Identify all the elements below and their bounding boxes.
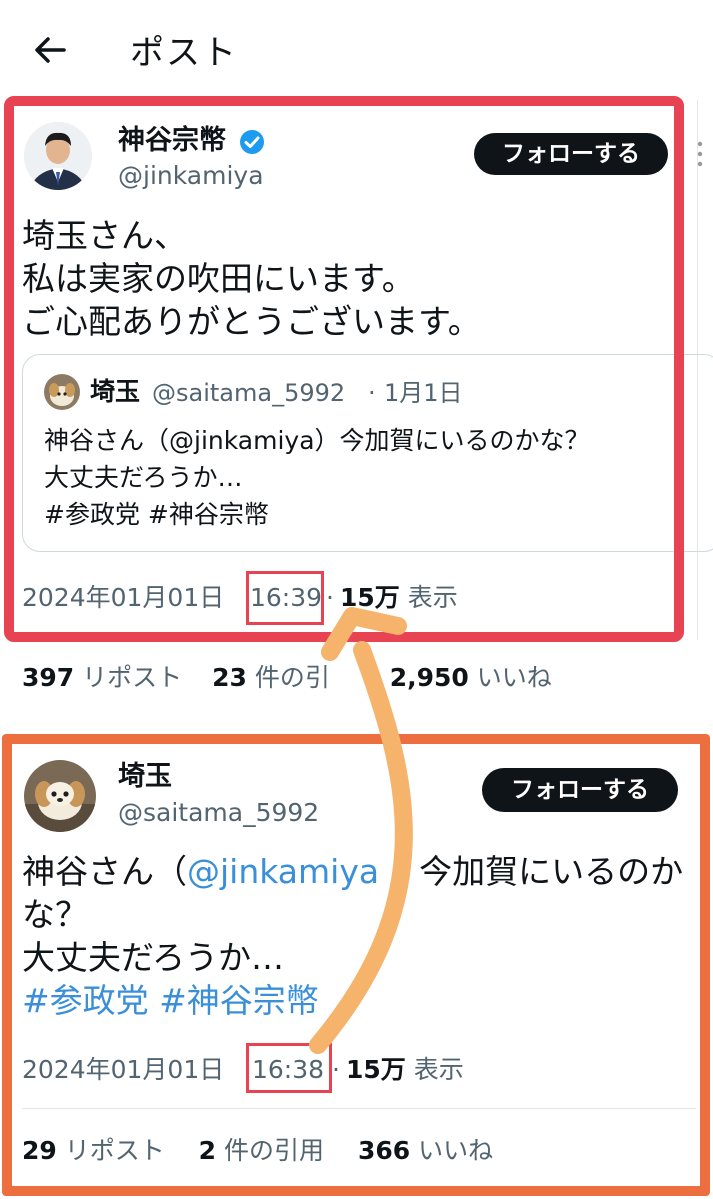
annotation-arrow <box>309 607 413 1054</box>
